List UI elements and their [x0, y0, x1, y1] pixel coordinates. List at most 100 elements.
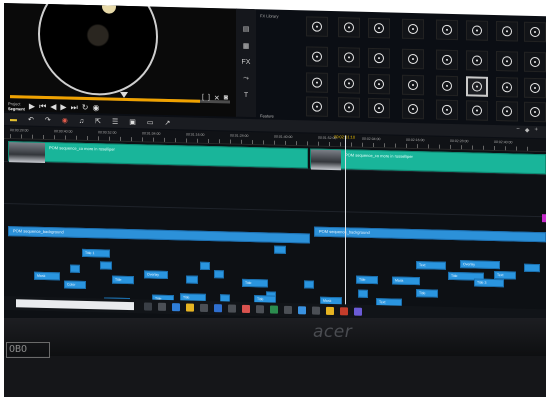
effect-tile[interactable]	[338, 73, 360, 94]
title-clip[interactable]	[358, 289, 368, 298]
effect-tile[interactable]	[496, 51, 518, 72]
close-icon[interactable]: ✕	[214, 94, 220, 102]
effect-tile[interactable]	[338, 97, 360, 118]
mode-segment-label[interactable]: Segment	[8, 106, 25, 111]
effect-tile[interactable]	[436, 75, 458, 97]
redo-icon[interactable]: ↷	[45, 116, 51, 124]
title-clip[interactable]: Mask	[34, 271, 60, 281]
zoom-slider-icon[interactable]: ◆	[525, 127, 530, 134]
track-manager-icon[interactable]: ▬	[10, 116, 17, 123]
title-clip[interactable]: Title	[112, 275, 134, 285]
title-clip[interactable]	[214, 270, 224, 279]
effect-tile[interactable]	[466, 20, 488, 41]
title-clip[interactable]: Text	[494, 270, 516, 280]
skip-start-icon[interactable]: ⏮	[39, 102, 46, 111]
fit-icon[interactable]: ↗	[165, 119, 171, 127]
app-icon[interactable]	[270, 305, 278, 314]
transition-icon[interactable]: ⤳	[243, 75, 249, 83]
title-clip[interactable]: Text	[416, 261, 446, 270]
title-clip[interactable]	[304, 280, 314, 289]
audio-clip[interactable]: POM sequence_background	[8, 226, 310, 244]
mask-icon[interactable]: ▣	[129, 118, 136, 126]
instant-project-icon[interactable]: ▦	[243, 42, 250, 50]
effect-tile[interactable]	[466, 50, 488, 71]
play-icon[interactable]: ▶	[29, 102, 35, 111]
mark-out-icon[interactable]: ]	[208, 94, 210, 102]
title-clip[interactable]: Title 1	[82, 248, 110, 258]
effect-tile[interactable]	[402, 98, 424, 120]
effect-tile[interactable]	[306, 16, 328, 37]
chapter-icon[interactable]: ▭	[147, 118, 154, 126]
title-clip[interactable]	[100, 261, 112, 270]
effect-tile[interactable]	[436, 19, 458, 41]
title-clip[interactable]: Overlay	[460, 260, 500, 270]
effect-tile[interactable]	[402, 18, 424, 40]
effect-tile[interactable]	[368, 17, 390, 39]
effect-tile[interactable]	[402, 74, 424, 96]
skip-end-icon[interactable]: ⏭	[71, 103, 78, 112]
effect-tile[interactable]	[466, 100, 488, 121]
title-clip[interactable]: Title	[416, 289, 438, 298]
mail-icon[interactable]	[214, 304, 222, 313]
store-icon[interactable]	[200, 303, 208, 312]
title-clip[interactable]	[186, 275, 198, 284]
effect-tile[interactable]	[368, 73, 390, 95]
mixer-icon[interactable]: ♫	[79, 117, 84, 124]
title-icon[interactable]: T	[244, 92, 248, 99]
title-clip[interactable]	[524, 263, 540, 273]
media-icon[interactable]: ▤	[243, 25, 250, 33]
edge-icon[interactable]	[172, 303, 180, 312]
chrome-icon[interactable]	[326, 306, 334, 316]
effect-tile[interactable]	[368, 97, 390, 119]
effect-tile[interactable]	[524, 51, 546, 73]
app-icon[interactable]	[284, 305, 292, 315]
effect-tile[interactable]	[436, 99, 458, 121]
title-clip[interactable]	[70, 264, 80, 273]
folder-icon[interactable]	[186, 303, 194, 312]
effect-tile[interactable]	[496, 101, 518, 122]
volume-icon[interactable]: ◉	[92, 103, 99, 112]
app-icon[interactable]	[354, 307, 362, 316]
effect-tile[interactable]	[402, 48, 424, 70]
taskbar-search-box[interactable]	[16, 299, 134, 311]
effect-tile[interactable]	[306, 96, 328, 117]
effect-tile[interactable]	[338, 17, 360, 38]
record-icon[interactable]: ◉	[62, 116, 68, 124]
title-clip[interactable]: Title 3	[474, 278, 504, 288]
title-clip[interactable]: Color	[64, 280, 86, 290]
effect-tile[interactable]	[466, 76, 488, 97]
title-clip[interactable]: Overlay	[144, 270, 168, 280]
motion-icon[interactable]: ⇱	[95, 117, 101, 125]
effect-tile[interactable]	[436, 49, 458, 71]
effect-tile[interactable]	[496, 77, 518, 98]
repeat-icon[interactable]: ↻	[82, 103, 89, 112]
fx-icon[interactable]: FX	[242, 59, 251, 66]
app-icon[interactable]	[312, 306, 320, 315]
title-clip[interactable]: Title	[242, 278, 268, 288]
audio-clip[interactable]: POM sequence_background	[314, 226, 546, 243]
mark-in-icon[interactable]: [	[202, 94, 204, 102]
zoom-in-icon[interactable]: +	[534, 127, 538, 134]
effect-tile[interactable]	[368, 47, 390, 69]
video-editor-icon[interactable]	[340, 307, 348, 316]
effect-tile[interactable]	[524, 77, 546, 99]
task-view-icon[interactable]	[144, 302, 152, 311]
title-clip[interactable]: Title	[356, 275, 378, 285]
video-clip[interactable]: POM sequence_co more in roselliper	[8, 141, 308, 169]
title-clip[interactable]	[274, 245, 286, 254]
effect-tile[interactable]	[338, 47, 360, 68]
effect-tile[interactable]	[496, 21, 518, 42]
title-clip[interactable]: Mask	[392, 276, 420, 286]
next-frame-icon[interactable]: ▶	[60, 102, 66, 111]
media-app-icon[interactable]	[242, 304, 250, 314]
subtitle-icon[interactable]: ☰	[112, 118, 118, 126]
mode-toggle[interactable]: Project Segment	[8, 101, 25, 111]
effect-tile[interactable]	[306, 46, 328, 67]
app-icon[interactable]	[158, 302, 166, 311]
effect-tile[interactable]	[524, 21, 546, 43]
zoom-out-icon[interactable]: −	[516, 127, 520, 134]
app-icon[interactable]	[256, 305, 264, 314]
prev-frame-icon[interactable]: ◀	[50, 102, 56, 111]
undo-icon[interactable]: ↶	[28, 116, 34, 124]
app-icon[interactable]	[228, 304, 236, 313]
